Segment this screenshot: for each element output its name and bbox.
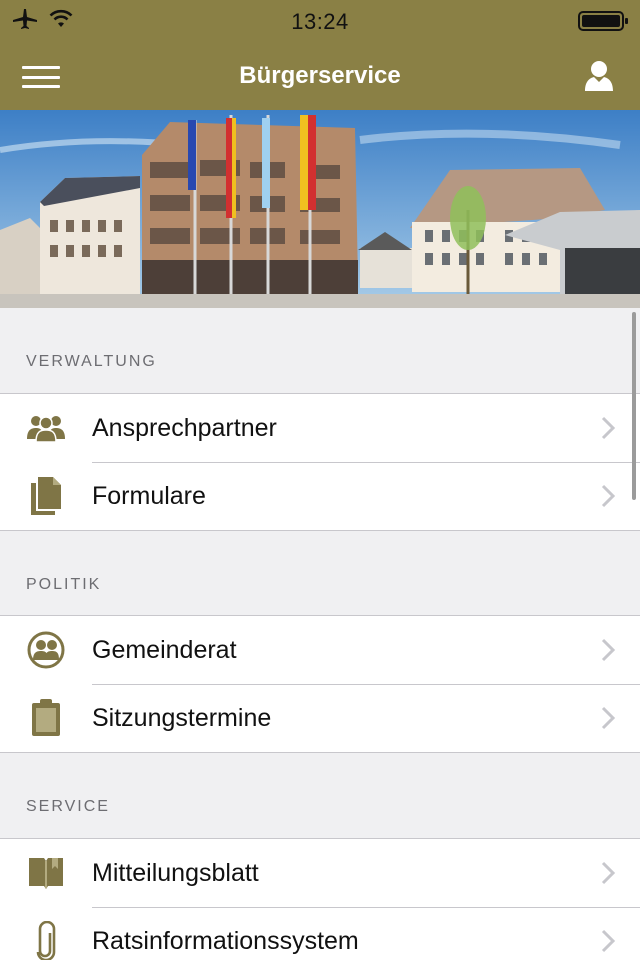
battery-icon (578, 10, 630, 37)
section-header-politik: POLITIK (26, 576, 102, 593)
list-item-formulare[interactable]: Formulare (0, 462, 640, 530)
content-list: VERWALTUNG Ansprechpartner Formulare POL… (0, 308, 640, 960)
section-header-verwaltung: VERWALTUNG (26, 353, 157, 370)
list-item-ansprechpartner[interactable]: Ansprechpartner (0, 394, 640, 462)
list-item-gemeinderat[interactable]: Gemeinderat (0, 616, 640, 684)
chevron-right-icon (601, 416, 616, 440)
clipboard-icon (24, 696, 68, 740)
list-item-label: Ansprechpartner (92, 414, 277, 442)
top-bar: 13:24 Bürgerservice (0, 0, 640, 110)
section-header-service: SERVICE (26, 798, 110, 815)
people-group-icon (24, 406, 68, 450)
group-politik: Gemeinderat Sitzungstermine (0, 615, 640, 753)
paperclip-icon (24, 919, 68, 960)
status-time: 13:24 (291, 9, 349, 34)
scroll-indicator[interactable] (632, 312, 636, 500)
chevron-right-icon (601, 638, 616, 662)
list-item-mitteilungsblatt[interactable]: Mitteilungsblatt (0, 839, 640, 907)
council-icon (24, 628, 68, 672)
list-item-label: Mitteilungsblatt (92, 859, 259, 887)
town-hall-photo (0, 110, 640, 308)
list-item-label: Gemeinderat (92, 636, 237, 664)
status-bar: 13:24 (0, 0, 640, 40)
list-item-label: Formulare (92, 482, 206, 510)
book-icon (24, 851, 68, 895)
group-service: Mitteilungsblatt Ratsinformationssystem (0, 838, 640, 960)
user-profile-icon[interactable] (584, 60, 614, 92)
navigation-bar: Bürgerservice (0, 40, 640, 110)
list-item-ratsinformationssystem[interactable]: Ratsinformationssystem (0, 907, 640, 960)
list-item-sitzungstermine[interactable]: Sitzungstermine (0, 684, 640, 752)
chevron-right-icon (601, 929, 616, 953)
chevron-right-icon (601, 484, 616, 508)
chevron-right-icon (601, 706, 616, 730)
page-title: Bürgerservice (239, 62, 401, 89)
list-item-label: Sitzungstermine (92, 704, 272, 732)
group-verwaltung: Ansprechpartner Formulare (0, 393, 640, 531)
chevron-right-icon (601, 861, 616, 885)
list-item-label: Ratsinformationssystem (92, 927, 359, 955)
documents-icon (24, 474, 68, 518)
